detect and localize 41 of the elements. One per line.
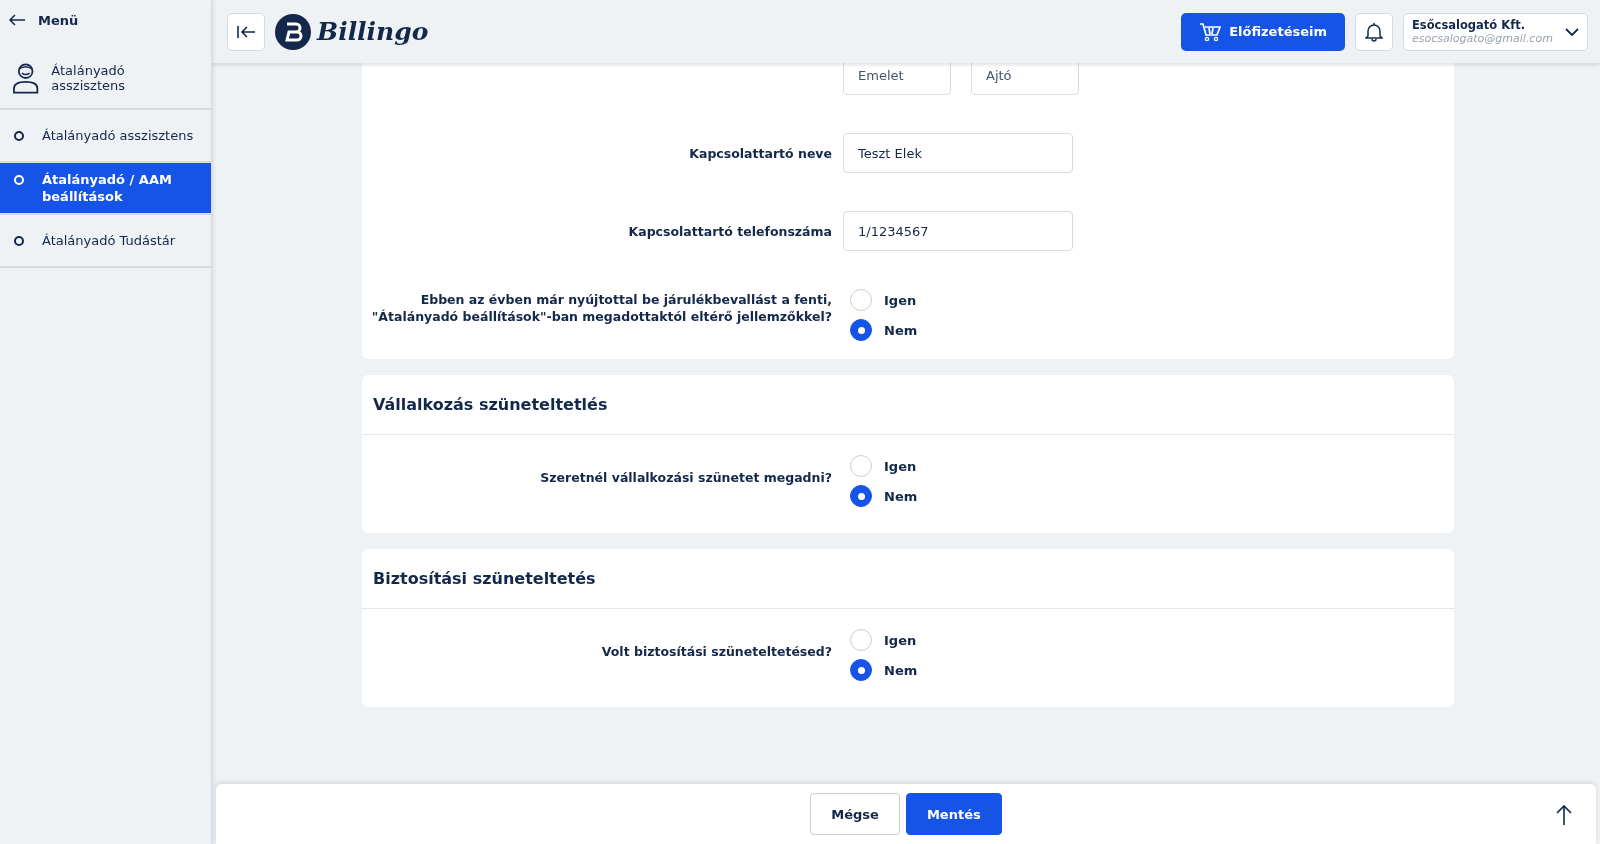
account-email: esocsalogato@gmail.com (1412, 32, 1554, 45)
input-field[interactable]: Ajtó (971, 63, 1079, 95)
account-name: Esőcsalogató Kft. (1412, 18, 1527, 32)
account-dropdown[interactable]: Esőcsalogató Kft. esocsalogato@gmail.com (1403, 12, 1588, 51)
radio-option[interactable]: Nem (850, 319, 1080, 341)
person-icon (12, 62, 40, 94)
radio-option[interactable]: Igen (850, 289, 1080, 311)
footer-button[interactable]: Mentés (905, 793, 1002, 835)
field-label: Kapcsolattartó neve (688, 144, 832, 162)
footer-button[interactable]: Mégse (810, 793, 900, 835)
question-label: Szeretnél vállalkozási szünetet megadni? (539, 469, 832, 486)
collapse-icon (236, 23, 256, 40)
logo-text: Billingo (317, 17, 429, 46)
input-field[interactable]: Emelet (843, 63, 951, 95)
subscriptions-button[interactable]: Előfizetéseim (1181, 12, 1345, 51)
notifications-button[interactable] (1355, 12, 1393, 51)
sidebar-item[interactable]: Átalányadó / AAM beállítások (0, 163, 211, 215)
section-title: Biztosítási szüneteltetés (362, 549, 1454, 609)
question-label: Ebben az évben már nyújtottal be járulékbevallást a fenti, "Átalányadó beállítások"-ban megadottaktól eltérő jellemzőkkel? (370, 291, 832, 325)
back-menu-button[interactable]: Menü (0, 0, 87, 40)
question-label: Volt biztosítási szüneteltetésed? (600, 643, 832, 660)
collapse-sidebar-button[interactable] (227, 12, 265, 51)
back-arrow-icon (8, 14, 26, 26)
scroll-up-arrow-icon[interactable] (1556, 804, 1572, 826)
radio-button[interactable] (850, 659, 872, 681)
input-field[interactable]: Teszt Elek (843, 133, 1073, 173)
field-label: Kapcsolattartó telefonszáma (627, 222, 832, 240)
cart-icon (1199, 21, 1222, 42)
assistant-heading: Átalányadó asszisztens (51, 63, 126, 93)
sidebar-item[interactable]: Átalányadó Tudástár (0, 215, 211, 268)
radio-button[interactable] (850, 319, 872, 341)
input-field[interactable]: 1/1234567 (843, 211, 1073, 251)
radio-option[interactable]: Nem (850, 485, 1080, 507)
radio-option[interactable]: Nem (850, 659, 1080, 681)
section-title: Vállalkozás szüneteltetlés (362, 375, 1454, 435)
chevron-down-icon (1565, 27, 1579, 36)
radio-option[interactable]: Igen (850, 629, 1080, 651)
logo-icon (275, 13, 311, 50)
radio-button[interactable] (850, 485, 872, 507)
radio-option[interactable]: Igen (850, 455, 1080, 477)
bell-icon (1365, 21, 1383, 42)
